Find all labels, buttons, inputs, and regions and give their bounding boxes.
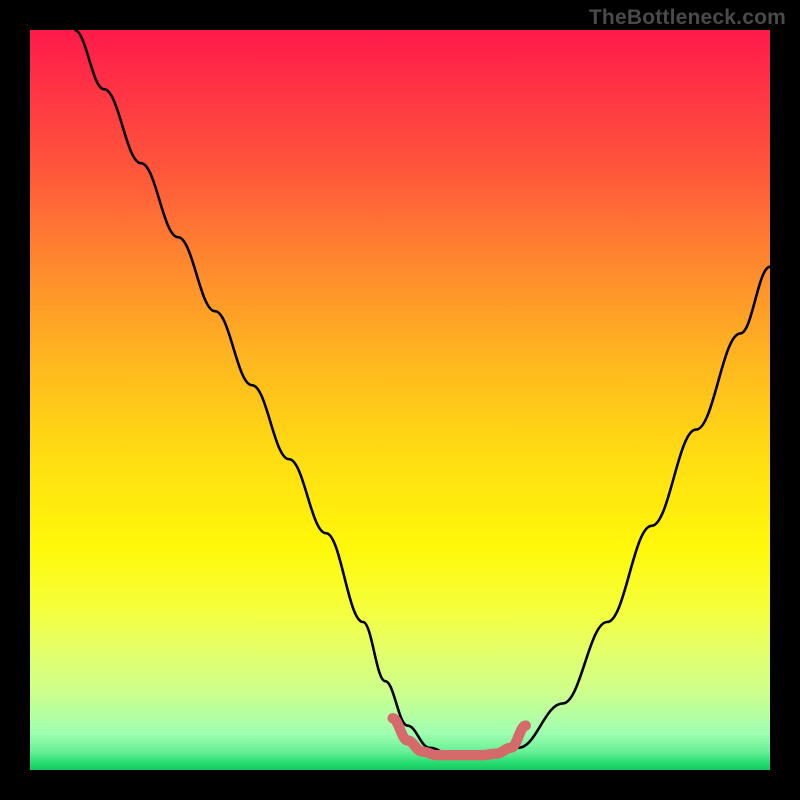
main-curve [74, 30, 770, 755]
curve-layer [30, 30, 770, 770]
chart-frame: TheBottleneck.com [0, 0, 800, 800]
plot-area [30, 30, 770, 770]
valley-highlight [393, 718, 526, 755]
watermark-text: TheBottleneck.com [589, 6, 786, 30]
